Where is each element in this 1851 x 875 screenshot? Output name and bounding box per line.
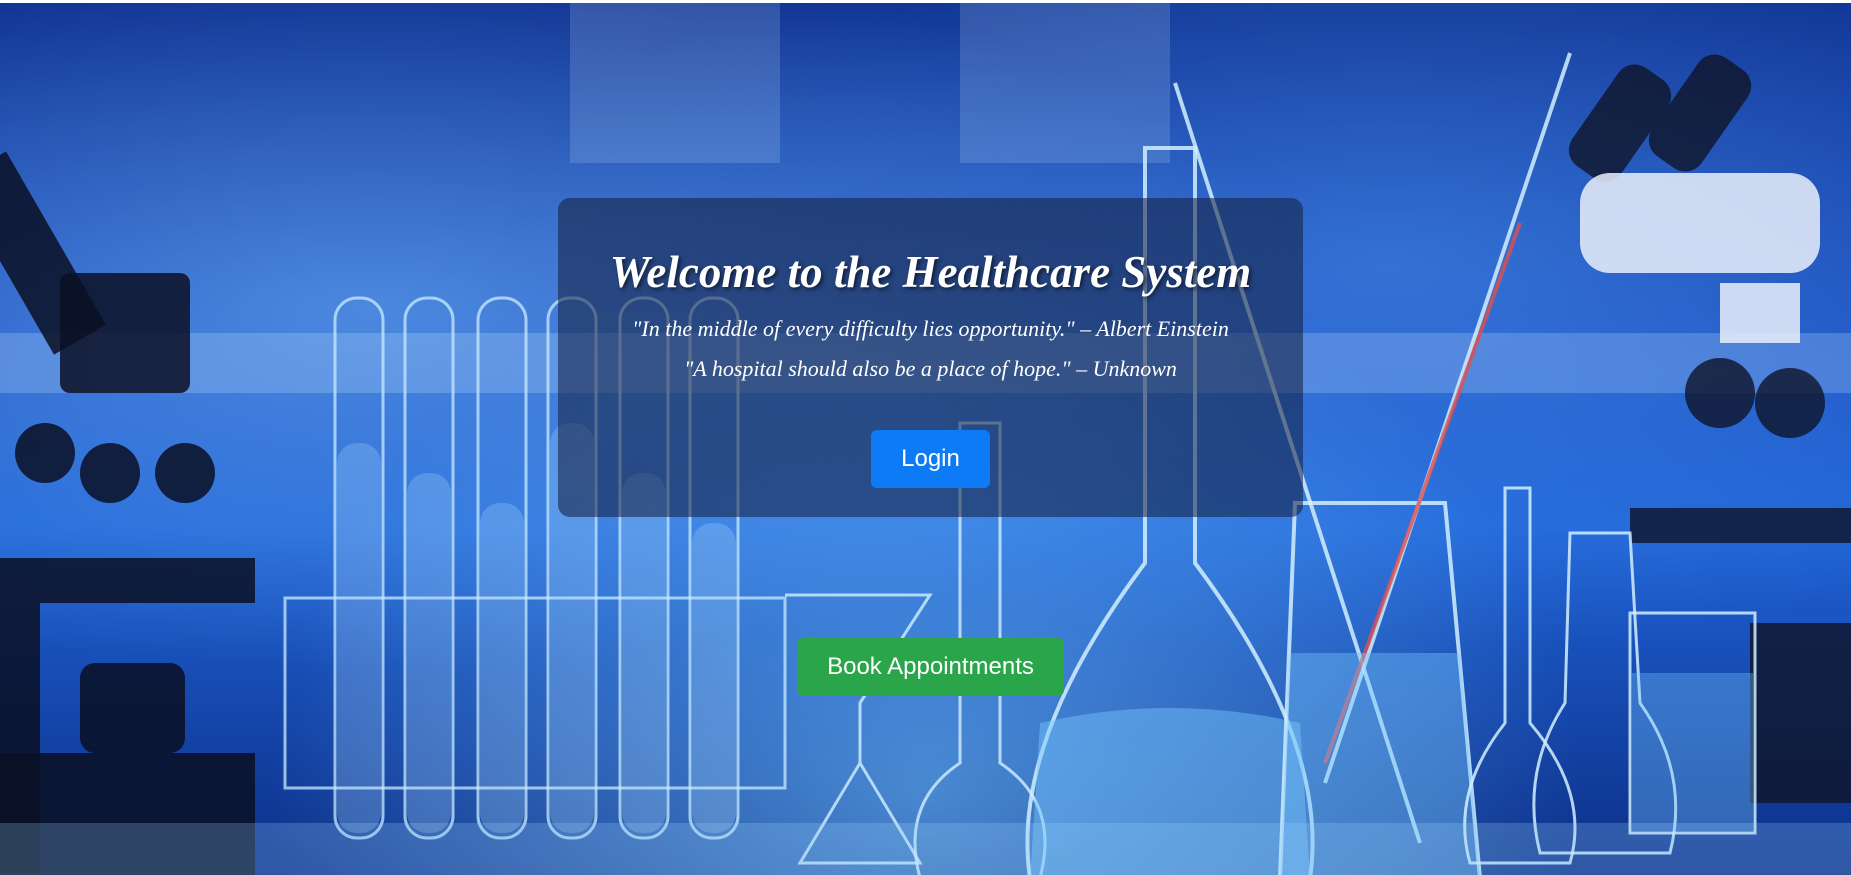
book-appointments-button[interactable]: Book Appointments: [797, 638, 1064, 696]
welcome-card: Welcome to the Healthcare System "In the…: [558, 198, 1303, 517]
quote-einstein: "In the middle of every difficulty lies …: [632, 316, 1229, 341]
quote-hospital: "A hospital should also be a place of ho…: [684, 356, 1177, 381]
login-button[interactable]: Login: [871, 430, 990, 488]
page: Welcome to the Healthcare System "In the…: [0, 0, 1851, 875]
page-title: Welcome to the Healthcare System: [609, 247, 1252, 297]
